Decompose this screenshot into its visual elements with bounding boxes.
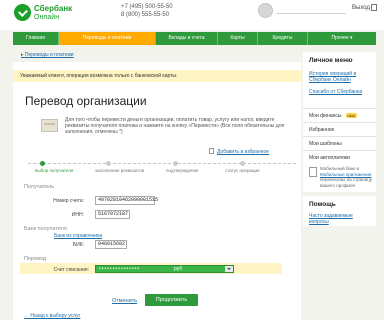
faq-link[interactable]: Часто задаваемые вопросы: [309, 213, 359, 225]
step-dot-3: [173, 161, 178, 166]
help-title: Помощь: [309, 201, 336, 208]
breadcrumb-link[interactable]: Переводы и платежи: [25, 52, 74, 58]
nav-item-transfers[interactable]: Переводы и платежи: [59, 32, 156, 45]
invoice-icon: [41, 119, 58, 132]
account-number-input[interactable]: 40702810462090001515: [95, 196, 158, 205]
avatar[interactable]: [258, 3, 273, 18]
step-dot-1: [40, 161, 45, 166]
personal-menu-title: Личное меню: [309, 57, 353, 64]
thanks-link[interactable]: Спасибо от Сбербанка: [309, 89, 371, 95]
sidebar-item-label: Мои финансы: [309, 113, 342, 119]
form-description: Для того чтобы перевести деньги организа…: [65, 117, 285, 135]
user-name-line: [276, 13, 346, 14]
step-dot-4: [240, 161, 245, 166]
steps-line: [28, 163, 296, 164]
nav-item-cards[interactable]: Карты: [218, 32, 258, 45]
add-to-favorites-link[interactable]: Добавить в избранное: [217, 149, 269, 155]
step-label-3: подтверждение: [166, 168, 199, 173]
debit-account-mask: •••••••••••••••: [99, 266, 141, 272]
logo-title: Сбербанк: [34, 4, 73, 13]
step-dot-2: [106, 161, 111, 166]
history-link[interactable]: История операций в Сбербанк Онлайн: [309, 71, 371, 83]
sidebar-item-finances[interactable]: Мои финансы new: [303, 108, 376, 122]
cancel-link[interactable]: Отменить: [112, 298, 137, 304]
bik-label: БИК:: [72, 242, 84, 248]
transfer-section-label: Перевод: [24, 256, 47, 262]
breadcrumb[interactable]: ▸ Переводы и платежи: [21, 52, 74, 58]
step-label-1: выбор получателя: [35, 168, 74, 173]
promo-text-after: перенесены на страницу вашего профиля: [320, 177, 373, 188]
debit-account-currency: руб: [174, 266, 183, 272]
step-label-2: заполнение реквизитов: [95, 168, 145, 173]
bank-section-label: Банк получателя: [24, 226, 67, 232]
notice-banner: Уважаемый клиент, операция возможна толь…: [13, 70, 301, 82]
nav-item-home[interactable]: Главная: [13, 32, 59, 45]
main-content: Уважаемый клиент, операция возможна толь…: [13, 62, 301, 320]
promo-text-before: Мобильный банк и: [320, 166, 360, 171]
step-label-4: статус операции: [225, 168, 260, 173]
exit-link[interactable]: Выход: [352, 5, 370, 11]
favorite-icon[interactable]: [209, 148, 214, 154]
chevron-down-icon[interactable]: [225, 266, 233, 272]
phone-1: +7 (495) 500-55-50: [121, 4, 173, 10]
top-bar: Сбербанк Онлайн +7 (495) 500-55-50 8 (80…: [0, 0, 384, 30]
promo-text: Мобильный банк и Мобильные приложения пе…: [320, 166, 374, 188]
phone-icon: [309, 167, 317, 177]
inn-input[interactable]: 5167072187: [95, 210, 130, 219]
main-nav: Главная Переводы и платежи Вклады и счет…: [13, 32, 376, 45]
bik-input[interactable]: 046015602: [95, 240, 127, 249]
mobile-apps-link[interactable]: Мобильные приложения: [320, 172, 371, 177]
sidebar-item-favorites[interactable]: Избранное: [303, 122, 376, 136]
continue-button[interactable]: Продолжить: [145, 294, 198, 306]
debit-account-label: Счет списания:: [53, 267, 89, 273]
phone-2: 8 (800) 555-55-50: [121, 12, 170, 18]
sberbank-logo[interactable]: Сбербанк Онлайн: [14, 3, 73, 25]
phone-numbers: +7 (495) 500-55-50 8 (800) 555-55-50: [121, 3, 173, 19]
sidebar-item-autopayments[interactable]: Мои автоплатежи: [303, 150, 376, 164]
new-badge: new: [345, 113, 357, 118]
exit-icon[interactable]: [371, 4, 377, 11]
back-link[interactable]: ← Назад к выбору услуг: [24, 313, 80, 319]
nav-item-other[interactable]: Прочее ▾: [308, 32, 376, 45]
nav-item-credits[interactable]: Кредиты: [258, 32, 308, 45]
recipient-section-label: Получатель: [24, 184, 55, 190]
logo-subtitle: Онлайн: [34, 14, 60, 21]
debit-account-select[interactable]: ••••••••••••••• руб: [95, 265, 234, 273]
account-number-label: Номер счета:: [53, 198, 84, 204]
logo-icon: [14, 4, 31, 21]
inn-label: ИНН:: [71, 212, 84, 218]
nav-item-deposits[interactable]: Вклады и счета: [156, 32, 218, 45]
bank-directory-link[interactable]: Банк из справочника: [54, 233, 102, 239]
sidebar-item-templates[interactable]: Мои шаблоны: [303, 136, 376, 150]
page-title: Перевод организации: [25, 94, 147, 108]
